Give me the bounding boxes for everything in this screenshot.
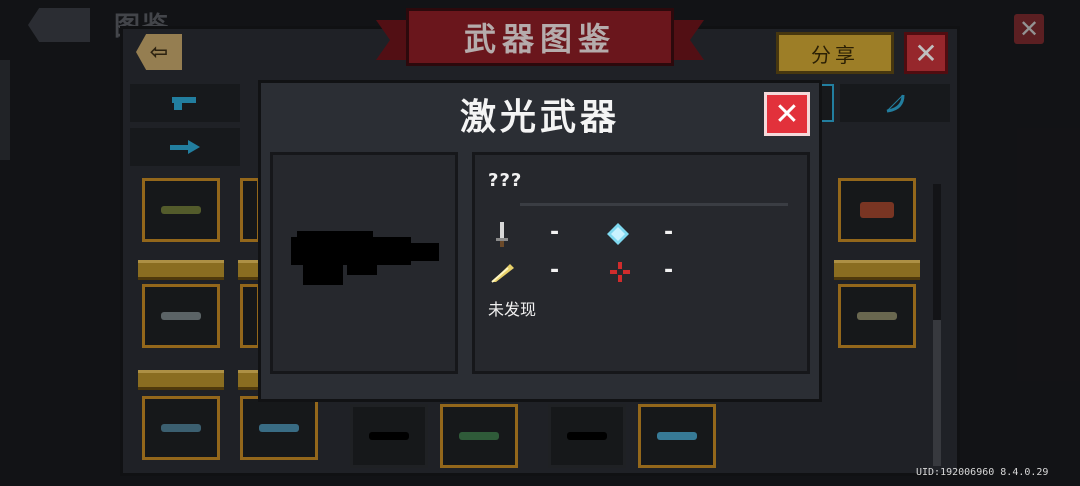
grid-scrollbar-thumb[interactable]: [933, 320, 941, 466]
background-back-button: [28, 8, 90, 42]
energy-value: -: [664, 220, 674, 245]
discovery-status: 未发现: [488, 300, 537, 319]
slot-shelf-bar: [238, 370, 260, 390]
weapon-icon: [860, 202, 894, 218]
slot-shelf-bar: [138, 370, 224, 390]
codex-title: 武器图鉴: [463, 20, 616, 58]
weapon-icon: [459, 432, 499, 440]
weapon-icon: [857, 312, 897, 320]
slot-shelf-bar: [138, 260, 224, 280]
weapon-slot-r3c5[interactable]: [548, 404, 626, 468]
weapon-icon: [161, 206, 201, 214]
tab-selected-edge[interactable]: [820, 84, 834, 122]
weapon-slot-r2c2[interactable]: [240, 284, 260, 348]
slot-shelf-bar: [238, 260, 260, 280]
weapon-info-box: [472, 152, 810, 374]
weapon-icon: [259, 424, 299, 432]
slot-shelf-bar: [834, 260, 920, 280]
weapon-icon: [161, 312, 201, 320]
weapon-slot-r3c2[interactable]: [240, 396, 318, 460]
codex-title-banner: 武器图鉴: [406, 8, 674, 66]
weapon-slot-r2c8[interactable]: [838, 284, 916, 348]
info-divider: [520, 203, 788, 206]
weapon-icon: [161, 424, 201, 432]
crosshair-icon: [608, 260, 632, 288]
damage-value: -: [550, 220, 560, 245]
energy-crystal-icon: [606, 222, 630, 250]
weapon-slot-r2c1[interactable]: [142, 284, 220, 348]
accuracy-value: -: [664, 258, 674, 283]
sword-icon: [494, 220, 510, 252]
weapon-slot-r3c1[interactable]: [142, 396, 220, 460]
version-label: UID:192006960 8.4.0.29: [916, 467, 1049, 478]
weapon-preview-box: [270, 152, 458, 374]
weapon-slot-r1c8[interactable]: [838, 178, 916, 242]
tab-bow[interactable]: [840, 84, 950, 122]
share-button[interactable]: 分享: [776, 32, 894, 74]
arrow-icon: [170, 140, 200, 154]
bow-icon: [886, 94, 905, 113]
critical-value: -: [550, 258, 560, 283]
weapon-slot-r3c4[interactable]: [440, 404, 518, 468]
weapon-name: ???: [488, 170, 523, 191]
left-edge-tab: [0, 60, 10, 160]
dialog-close-button[interactable]: ✕: [764, 92, 810, 136]
background-close-icon: ✕: [1014, 14, 1044, 44]
weapon-silhouette: [369, 432, 409, 440]
laser-weapon-silhouette: [291, 231, 439, 285]
weapon-silhouette: [567, 432, 607, 440]
tab-pistol[interactable]: [130, 84, 240, 122]
pistol-icon: [172, 97, 196, 110]
weapon-slot-r1c2[interactable]: [240, 178, 260, 242]
weapon-icon: [657, 432, 697, 440]
weapon-slot-r3c3[interactable]: [350, 404, 428, 468]
feather-crit-icon: [488, 260, 516, 288]
weapon-slot-r3c6[interactable]: [638, 404, 716, 468]
dialog-title: 激光武器: [459, 97, 620, 138]
codex-close-button[interactable]: ✕: [904, 32, 948, 74]
tab-arrow[interactable]: [130, 128, 240, 166]
weapon-slot-r1c1[interactable]: [142, 178, 220, 242]
